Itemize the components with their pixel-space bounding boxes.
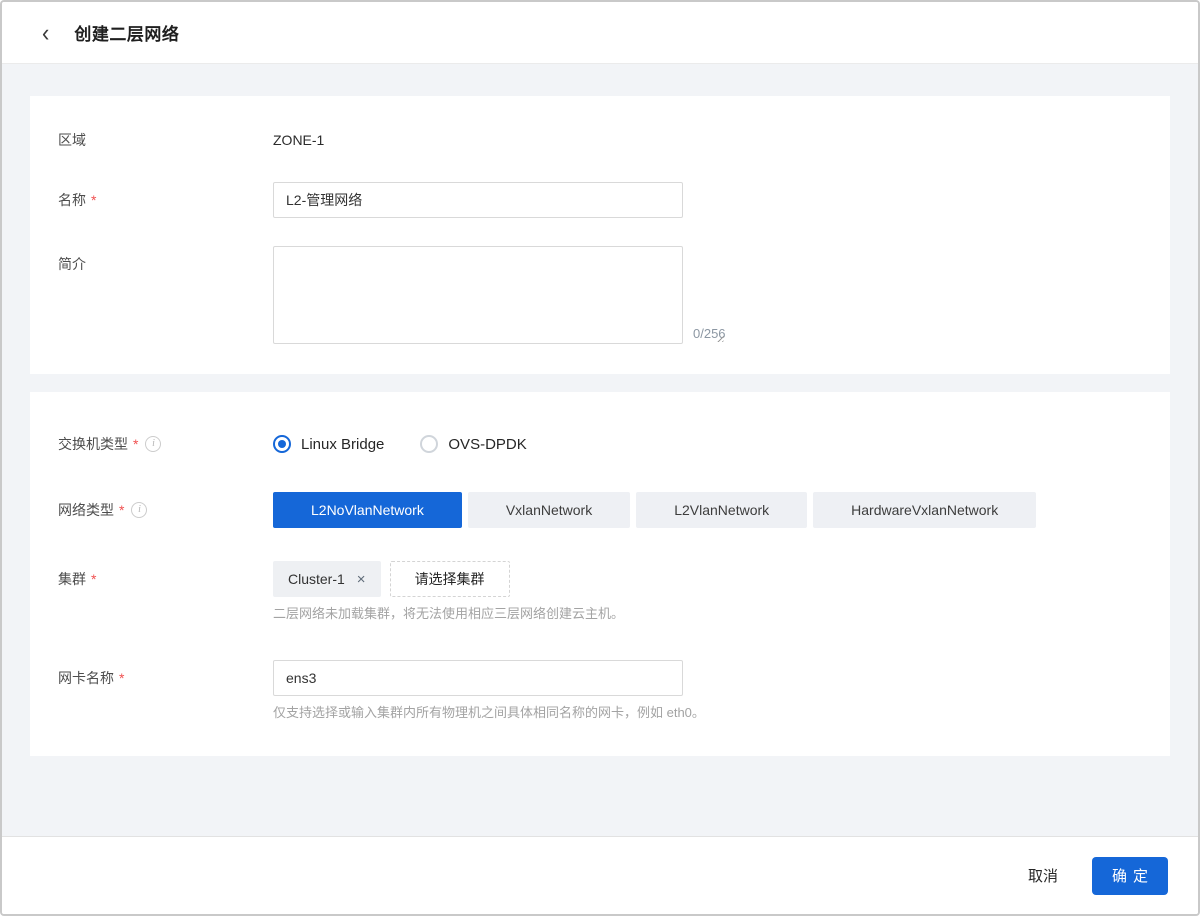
basic-info-card: 区域 ZONE-1 名称 * 简介 0/256 — [30, 96, 1170, 374]
description-textarea[interactable] — [273, 246, 683, 344]
tab-hardwarevxlannetwork[interactable]: HardwareVxlanNetwork — [813, 492, 1036, 528]
confirm-button-label: 确定 — [1112, 865, 1154, 886]
name-label: 名称 * — [58, 182, 273, 218]
page-title: 创建二层网络 — [74, 20, 179, 45]
network-type-row: 网络类型 * i L2NoVlanNetwork VxlanNetwork L2… — [58, 492, 1142, 528]
confirm-button[interactable]: 确定 — [1092, 857, 1168, 895]
required-asterisk: * — [133, 426, 138, 462]
switch-type-label: 交换机类型 * i — [58, 426, 273, 462]
cancel-button[interactable]: 取消 — [1024, 859, 1062, 892]
radio-unselected-icon — [420, 435, 438, 453]
cluster-hint: 二层网络未加载集群，将无法使用相应三层网络创建云主机。 — [273, 605, 624, 623]
info-icon[interactable]: i — [145, 436, 161, 452]
required-asterisk: * — [91, 561, 96, 597]
zone-label: 区域 — [58, 122, 273, 158]
name-row: 名称 * — [58, 182, 1142, 218]
name-label-text: 名称 — [58, 182, 86, 218]
tab-l2novlannetwork[interactable]: L2NoVlanNetwork — [273, 492, 462, 528]
nic-field: 仅支持选择或输入集群内所有物理机之间具体相同名称的网卡，例如 eth0。 — [273, 660, 705, 722]
switch-type-row: 交换机类型 * i Linux Bridge OVS-DPDK — [58, 426, 1142, 462]
page-body: 区域 ZONE-1 名称 * 简介 0/256 — [2, 64, 1198, 836]
page-header: ‹ 创建二层网络 — [2, 2, 1198, 64]
radio-ovs-dpdk[interactable]: OVS-DPDK — [420, 435, 526, 453]
nic-name-label: 网卡名称 * — [58, 660, 273, 696]
zone-label-text: 区域 — [58, 122, 86, 158]
page-footer: 取消 确定 — [2, 836, 1198, 914]
required-asterisk: * — [91, 182, 96, 218]
remove-tag-icon[interactable]: × — [357, 572, 366, 587]
cluster-selection: Cluster-1 × 请选择集群 — [273, 561, 624, 597]
back-icon[interactable]: ‹ — [42, 20, 49, 45]
description-label-text: 简介 — [58, 246, 86, 282]
cluster-tag-label: Cluster-1 — [288, 571, 345, 587]
nic-name-input[interactable] — [273, 660, 683, 696]
network-type-label: 网络类型 * i — [58, 492, 273, 528]
zone-value: ZONE-1 — [273, 122, 324, 158]
nic-name-row: 网卡名称 * 仅支持选择或输入集群内所有物理机之间具体相同名称的网卡，例如 et… — [58, 660, 1142, 722]
description-textarea-wrap: 0/256 — [273, 246, 726, 344]
cluster-field: Cluster-1 × 请选择集群 二层网络未加载集群，将无法使用相应三层网络创… — [273, 561, 624, 623]
description-label: 简介 — [58, 246, 273, 282]
cluster-label-text: 集群 — [58, 561, 86, 597]
switch-type-radio-group: Linux Bridge OVS-DPDK — [273, 426, 563, 462]
radio-label: OVS-DPDK — [448, 436, 526, 453]
switch-type-label-text: 交换机类型 — [58, 426, 128, 462]
nic-name-label-text: 网卡名称 — [58, 660, 114, 696]
description-row: 简介 0/256 — [58, 246, 1142, 344]
required-asterisk: * — [119, 492, 124, 528]
nic-hint: 仅支持选择或输入集群内所有物理机之间具体相同名称的网卡，例如 eth0。 — [273, 704, 705, 722]
cluster-label: 集群 * — [58, 561, 273, 597]
radio-selected-icon — [273, 435, 291, 453]
network-type-tabs: L2NoVlanNetwork VxlanNetwork L2VlanNetwo… — [273, 492, 1042, 528]
char-counter: 0/256 — [693, 326, 726, 341]
radio-label: Linux Bridge — [301, 436, 384, 453]
tab-l2vlannetwork[interactable]: L2VlanNetwork — [636, 492, 807, 528]
network-config-card: 交换机类型 * i Linux Bridge OVS-DPDK — [30, 392, 1170, 756]
name-input[interactable] — [273, 182, 683, 218]
network-type-label-text: 网络类型 — [58, 492, 114, 528]
cluster-tag: Cluster-1 × — [273, 561, 381, 597]
info-icon[interactable]: i — [131, 502, 147, 518]
radio-linux-bridge[interactable]: Linux Bridge — [273, 435, 384, 453]
create-l2-network-page: ‹ 创建二层网络 区域 ZONE-1 名称 * 简介 — [0, 0, 1200, 916]
cluster-row: 集群 * Cluster-1 × 请选择集群 二层网络未加载集群，将无法使用相应… — [58, 561, 1142, 623]
tab-vxlannetwork[interactable]: VxlanNetwork — [468, 492, 630, 528]
zone-row: 区域 ZONE-1 — [58, 122, 1142, 158]
select-cluster-button[interactable]: 请选择集群 — [390, 561, 510, 597]
required-asterisk: * — [119, 660, 124, 696]
